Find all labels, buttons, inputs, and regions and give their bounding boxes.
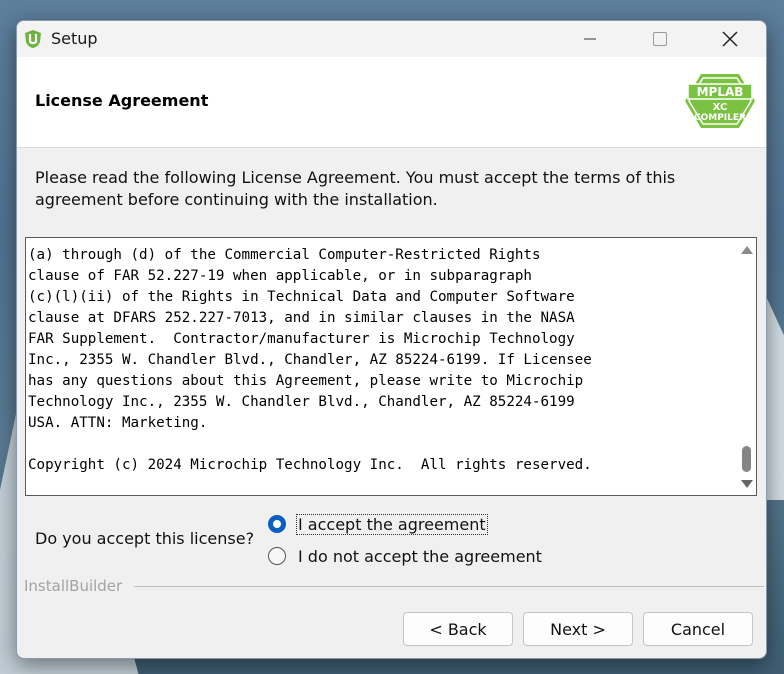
- license-text: (a) through (d) of the Commercial Comput…: [28, 247, 592, 473]
- page-title: License Agreement: [35, 91, 209, 110]
- accept-radio-label[interactable]: I accept the agreement: [296, 513, 488, 535]
- maximize-button[interactable]: [637, 21, 683, 57]
- header-panel: License Agreement MPLAB XC COMPILER: [17, 57, 766, 148]
- accept-radio-button[interactable]: [268, 515, 286, 533]
- cancel-button[interactable]: Cancel: [643, 612, 753, 646]
- back-button[interactable]: < Back: [403, 612, 513, 646]
- next-button[interactable]: Next >: [523, 612, 633, 646]
- close-button[interactable]: [707, 21, 753, 57]
- svg-text:MPLAB: MPLAB: [697, 85, 744, 99]
- setup-window: Setup License Agreement MPLAB XC COMPILE…: [16, 20, 767, 659]
- scrollbar-thumb[interactable]: [742, 446, 751, 472]
- minimize-icon: [584, 38, 596, 40]
- installbuilder-label: InstallBuilder: [24, 577, 131, 595]
- accept-radio-option[interactable]: I accept the agreement: [268, 512, 488, 536]
- mplab-xc-compiler-logo: MPLAB XC COMPILER: [685, 74, 755, 128]
- decline-radio-option[interactable]: I do not accept the agreement: [268, 544, 542, 568]
- intro-text: Please read the following License Agreem…: [35, 168, 676, 209]
- svg-text:COMPILER: COMPILER: [694, 113, 746, 123]
- title-bar[interactable]: Setup: [17, 21, 766, 57]
- close-icon: [722, 31, 738, 47]
- decline-radio-button[interactable]: [268, 547, 286, 565]
- scroll-down-arrow-icon[interactable]: [741, 480, 753, 488]
- vertical-scrollbar[interactable]: [736, 238, 756, 495]
- divider-line: [134, 586, 764, 587]
- license-text-box[interactable]: (a) through (d) of the Commercial Comput…: [25, 237, 757, 496]
- scroll-up-arrow-icon[interactable]: [741, 246, 753, 254]
- minimize-button[interactable]: [567, 21, 613, 57]
- decline-radio-label[interactable]: I do not accept the agreement: [298, 547, 542, 566]
- window-title: Setup: [51, 29, 98, 48]
- accept-question-label: Do you accept this license?: [35, 529, 255, 548]
- maximize-icon: [653, 32, 667, 46]
- app-shield-icon: [25, 30, 41, 48]
- installbuilder-divider: InstallBuilder: [24, 577, 764, 597]
- svg-text:XC: XC: [713, 102, 728, 113]
